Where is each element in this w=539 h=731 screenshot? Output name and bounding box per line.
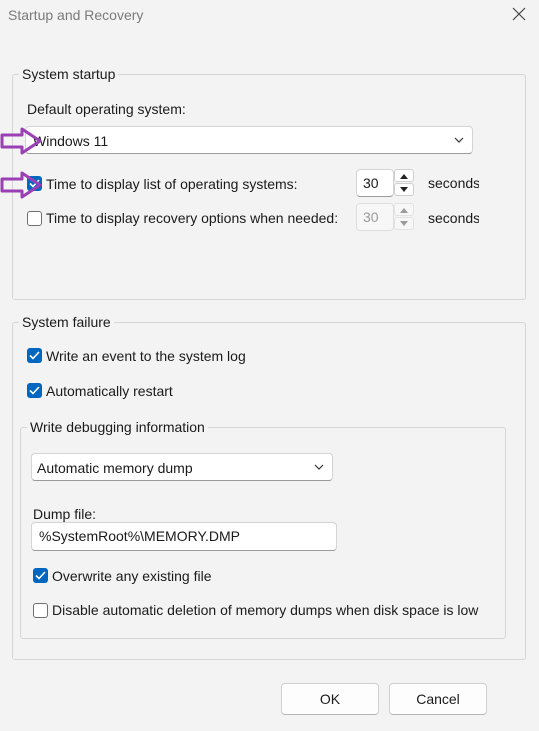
system-failure-legend: System failure — [19, 314, 114, 330]
checkmark-icon — [35, 571, 46, 580]
spin-up-button[interactable] — [394, 203, 414, 216]
title-bar: Startup and Recovery — [0, 0, 539, 32]
auto-restart-checkbox[interactable] — [27, 383, 42, 398]
display-list-seconds-input[interactable]: 30 — [356, 169, 394, 197]
auto-restart-label: Automatically restart — [46, 383, 173, 399]
arrow-annotation-icon — [0, 127, 42, 155]
dump-type-select[interactable]: Automatic memory dump — [31, 453, 333, 481]
close-icon[interactable] — [511, 6, 527, 22]
overwrite-label: Overwrite any existing file — [52, 568, 212, 584]
disable-auto-delete-label-clip: Disable automatic deletion of memory dum… — [52, 602, 492, 622]
checkmark-icon — [29, 386, 40, 395]
spin-down-button[interactable] — [394, 217, 414, 230]
display-list-seconds-value: 30 — [363, 175, 379, 191]
chevron-down-icon — [454, 137, 464, 143]
dump-type-value: Automatic memory dump — [37, 460, 193, 476]
display-recovery-label: Time to display recovery options when ne… — [46, 210, 339, 226]
display-list-unit: seconds — [428, 175, 479, 191]
display-recovery-unit: seconds — [428, 210, 479, 226]
spin-down-button[interactable] — [394, 183, 414, 196]
dump-file-value: %SystemRoot%\MEMORY.DMP — [39, 528, 240, 544]
display-recovery-unit-clip: seconds — [428, 210, 479, 230]
disable-auto-delete-label: Disable automatic deletion of memory dum… — [52, 602, 479, 618]
display-recovery-seconds-value: 30 — [363, 209, 379, 225]
spin-up-icon — [400, 208, 408, 213]
display-recovery-label-clip: Time to display recovery options when ne… — [46, 210, 352, 230]
default-os-label: Default operating system: — [27, 101, 186, 117]
spin-down-icon — [400, 221, 408, 226]
spin-up-icon — [400, 174, 408, 179]
overwrite-checkbox[interactable] — [33, 568, 48, 583]
checkmark-icon — [29, 351, 40, 360]
cancel-button[interactable]: Cancel — [389, 683, 487, 715]
arrow-annotation-icon — [0, 171, 42, 199]
display-list-spinner — [394, 169, 414, 197]
chevron-down-icon — [314, 464, 324, 470]
dump-file-label: Dump file: — [33, 506, 97, 522]
write-event-label: Write an event to the system log — [46, 348, 246, 364]
write-event-checkbox[interactable] — [27, 348, 42, 363]
display-recovery-spinner — [394, 203, 414, 231]
display-list-label: Time to display list of operating system… — [46, 176, 298, 192]
ok-button[interactable]: OK — [281, 683, 379, 715]
dump-file-input[interactable]: %SystemRoot%\MEMORY.DMP — [31, 522, 337, 551]
debugging-legend: Write debugging information — [27, 419, 208, 435]
display-recovery-checkbox[interactable] — [27, 211, 42, 226]
display-list-unit-clip: seconds — [428, 175, 479, 195]
default-os-select[interactable]: Windows 11 — [25, 126, 473, 154]
window-title: Startup and Recovery — [8, 7, 144, 23]
spin-up-button[interactable] — [394, 169, 414, 182]
system-startup-legend: System startup — [19, 66, 119, 82]
display-recovery-seconds-input[interactable]: 30 — [356, 203, 394, 231]
disable-auto-delete-checkbox[interactable] — [33, 603, 48, 618]
spin-down-icon — [400, 187, 408, 192]
